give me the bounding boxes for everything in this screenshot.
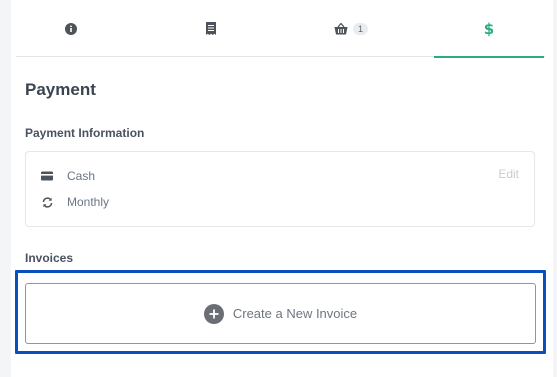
tab-payment[interactable]: $ — [434, 0, 544, 58]
basket-icon — [334, 22, 348, 35]
plus-circle-icon — [203, 303, 224, 324]
tab-details[interactable] — [156, 0, 266, 57]
tab-cart[interactable]: 1 — [296, 0, 406, 57]
left-gutter — [0, 0, 11, 377]
right-gutter — [553, 0, 557, 377]
edit-payment-link[interactable]: Edit — [498, 167, 519, 181]
payment-method-row: Cash — [41, 168, 95, 184]
tab-info[interactable] — [16, 0, 126, 57]
page-title: Payment — [25, 80, 96, 99]
info-icon — [65, 22, 77, 35]
credit-card-icon — [41, 170, 53, 182]
payment-information-heading: Payment Information — [25, 126, 145, 140]
payment-information-card: Edit Cash Monthly — [25, 151, 535, 227]
refresh-icon — [41, 196, 53, 208]
dollar-icon: $ — [483, 19, 495, 38]
payment-method-value: Cash — [67, 169, 96, 183]
create-invoice-button[interactable]: Create a New Invoice — [25, 283, 536, 344]
receipt-icon — [206, 22, 216, 35]
payment-frequency-value: Monthly — [67, 195, 110, 209]
tab-bar: 1 $ — [16, 0, 545, 58]
create-invoice-label: Create a New Invoice — [232, 306, 358, 321]
invoices-heading: Invoices — [25, 251, 74, 265]
payment-frequency-row: Monthly — [41, 194, 109, 210]
cart-count-badge: 1 — [352, 22, 368, 35]
